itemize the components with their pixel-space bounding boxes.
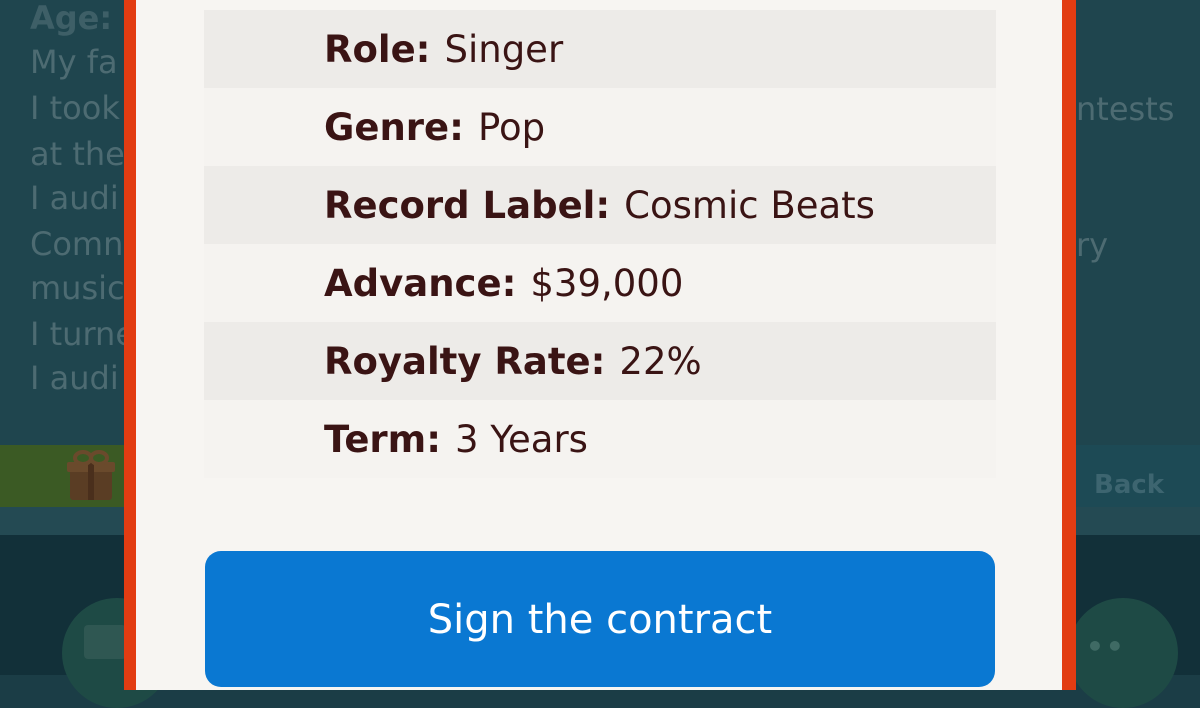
contract-row-advance: Advance: $39,000 — [204, 244, 996, 322]
contract-row-royalty-rate: Royalty Rate: 22% — [204, 322, 996, 400]
contract-row-record-label: Record Label: Cosmic Beats — [204, 166, 996, 244]
bg-line: I audi — [30, 179, 119, 217]
bg-line: I turne — [30, 315, 135, 353]
row-key: Term: — [324, 417, 442, 461]
row-value: Singer — [444, 27, 564, 71]
bg-line: Age: — [30, 0, 113, 37]
row-key: Advance: — [324, 261, 517, 305]
more-icon: •• — [1086, 630, 1126, 663]
contract-row-genre: Genre: Pop — [204, 88, 996, 166]
bg-line: I audi — [30, 359, 119, 397]
back-button[interactable]: Back — [1094, 470, 1164, 500]
row-key: Royalty Rate: — [324, 339, 606, 383]
contract-row-term: Term: 3 Years — [204, 400, 996, 478]
contract-row-role: Role: Singer — [204, 10, 996, 88]
row-value: Cosmic Beats — [624, 183, 875, 227]
gift-icon — [67, 450, 115, 500]
row-value: 3 Years — [455, 417, 588, 461]
bg-line: music — [30, 269, 125, 307]
bg-line: I took — [30, 89, 120, 127]
bg-line-fragment: ry — [1076, 226, 1109, 264]
row-value: 22% — [619, 339, 702, 383]
row-value: Pop — [477, 105, 546, 149]
briefcase-icon — [84, 625, 126, 659]
bg-line: at the — [30, 135, 125, 173]
row-key: Genre: — [324, 105, 464, 149]
row-key: Record Label: — [324, 183, 611, 227]
row-value: $39,000 — [530, 261, 684, 305]
contract-details: Role: Singer Genre: Pop Record Label: Co… — [204, 10, 996, 478]
row-key: Role: — [324, 27, 431, 71]
bg-line-fragment: ntests — [1076, 90, 1175, 128]
bg-line: My fa — [30, 43, 118, 81]
bg-line: Comn — [30, 225, 124, 263]
sign-contract-button[interactable]: Sign the contract — [205, 551, 995, 687]
